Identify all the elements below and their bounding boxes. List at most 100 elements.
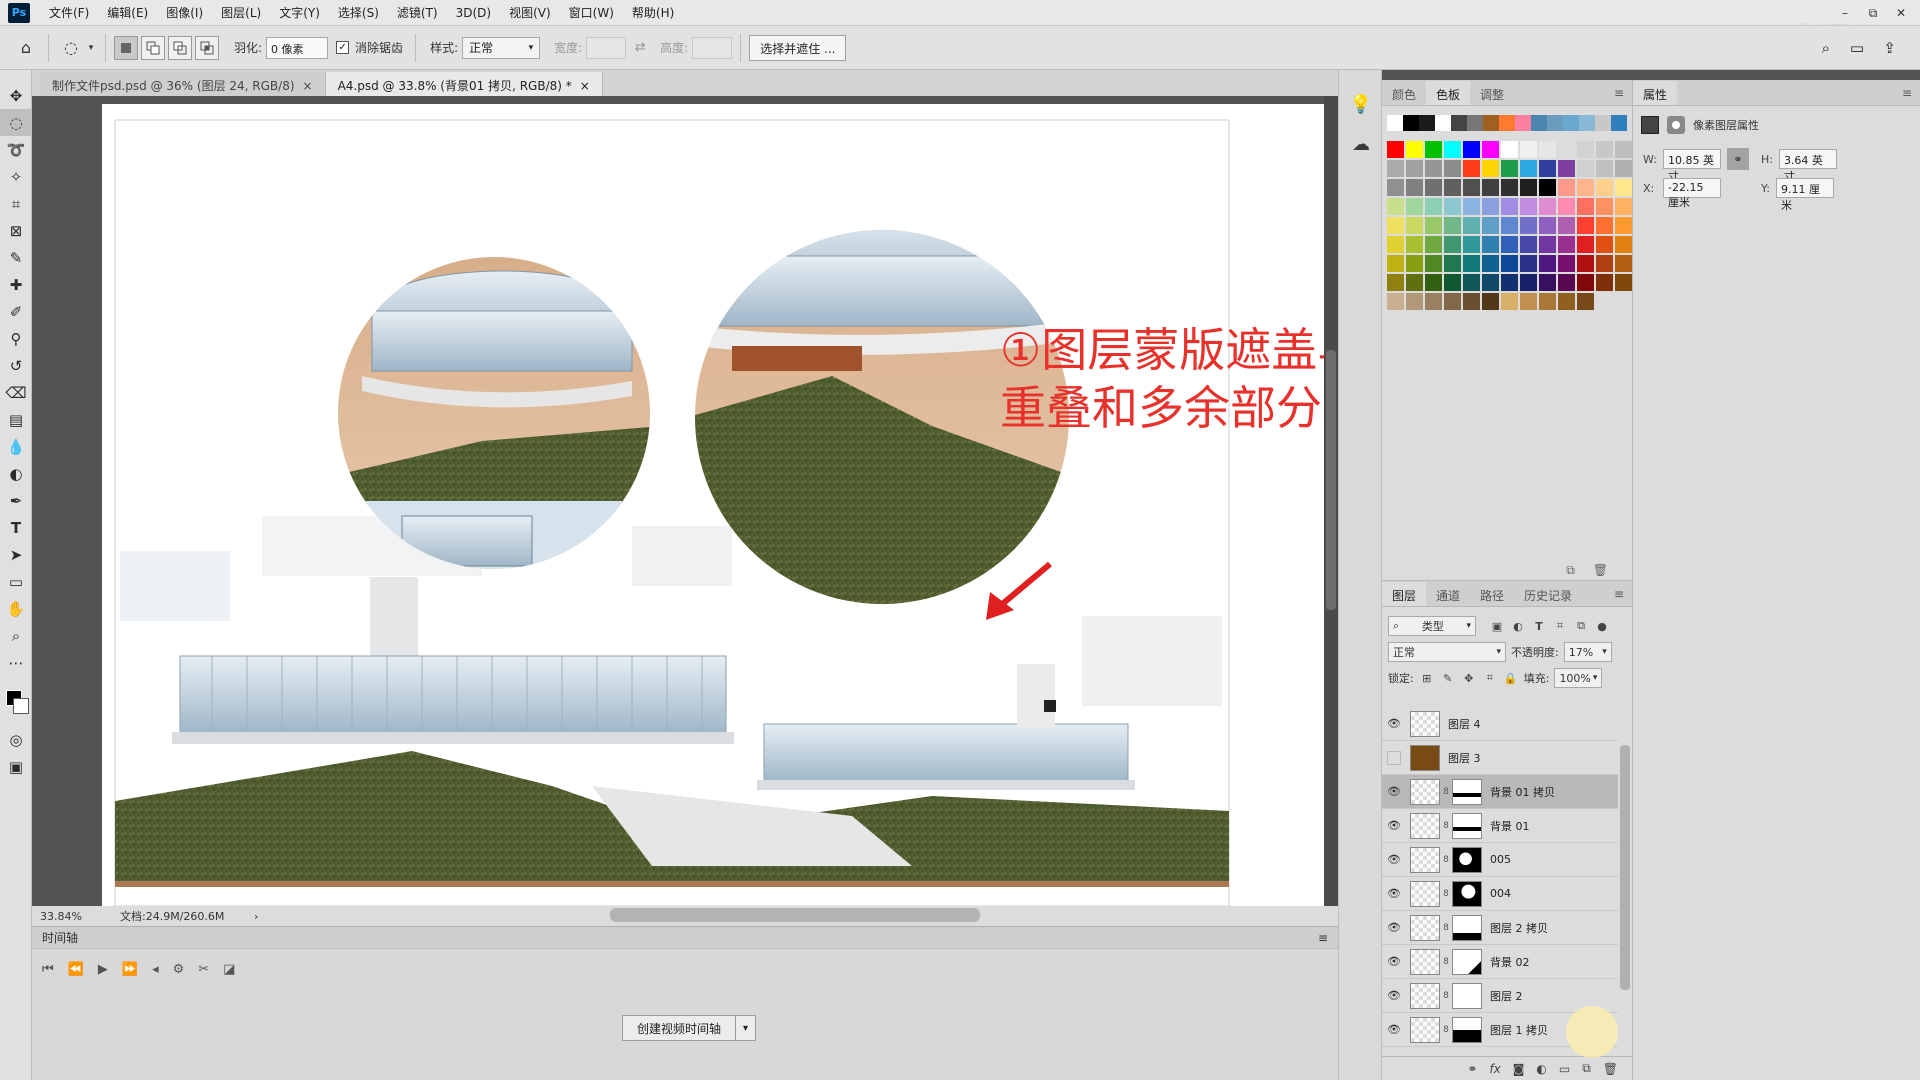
swatch[interactable] (1482, 255, 1499, 272)
swatch[interactable] (1615, 236, 1632, 253)
menu-filter[interactable]: 滤镜(T) (388, 4, 447, 21)
swatch[interactable] (1425, 293, 1442, 310)
select-and-mask-button[interactable]: 选择并遮住 ... (749, 34, 847, 61)
tab-color[interactable]: 颜色 (1382, 81, 1426, 105)
swatch[interactable] (1501, 160, 1518, 177)
layer-mask-thumbnail[interactable] (1452, 982, 1482, 1009)
horizontal-scrollbar-thumb[interactable] (610, 908, 980, 922)
play-icon[interactable]: ▶ (98, 962, 108, 977)
recent-swatch[interactable] (1419, 115, 1435, 131)
antialias-checkbox[interactable]: ✓ (336, 41, 350, 54)
layer-thumbnail[interactable] (1410, 812, 1440, 839)
swatch[interactable] (1520, 236, 1537, 253)
mask-link-icon[interactable]: 8 (1440, 923, 1452, 933)
tab-document-1[interactable]: 制作文件psd.psd @ 36% (图层 24, RGB/8) × (40, 72, 326, 96)
menu-window[interactable]: 窗口(W) (560, 4, 623, 21)
eraser-tool-icon[interactable]: ⌫ (0, 379, 32, 406)
swatch[interactable] (1520, 255, 1537, 272)
type-tool-icon[interactable]: T (0, 514, 32, 541)
swatch[interactable] (1406, 160, 1423, 177)
swatch[interactable] (1577, 255, 1594, 272)
layer-row[interactable]: 👁 8 图层 2 拷贝 (1382, 911, 1618, 945)
swatch[interactable] (1558, 255, 1575, 272)
new-selection-icon[interactable] (114, 35, 138, 60)
mask-link-icon[interactable]: 8 (1440, 855, 1452, 865)
filter-adjustment-icon[interactable]: ◐ (1510, 618, 1526, 634)
recent-swatch[interactable] (1387, 115, 1403, 131)
swatch[interactable] (1615, 198, 1632, 215)
swatch[interactable] (1501, 217, 1518, 234)
swatch[interactable] (1520, 179, 1537, 196)
filter-pixel-icon[interactable]: ▣ (1489, 618, 1505, 634)
screen-mode-icon[interactable]: ▣ (0, 753, 32, 780)
swatch[interactable] (1425, 179, 1442, 196)
menu-file[interactable]: 文件(F) (40, 4, 98, 21)
status-menu-arrow[interactable]: › (244, 910, 258, 923)
swatch[interactable] (1387, 141, 1404, 158)
layer-mask-thumbnail[interactable] (1452, 846, 1482, 873)
mask-link-icon[interactable]: 8 (1440, 991, 1452, 1001)
swatch[interactable] (1463, 274, 1480, 291)
lock-artboard-icon[interactable]: ⌗ (1482, 670, 1498, 686)
swatch[interactable] (1539, 217, 1556, 234)
swatch[interactable] (1482, 217, 1499, 234)
swatch[interactable] (1596, 274, 1613, 291)
delete-icon[interactable]: 🗑 (1593, 563, 1608, 577)
swatch[interactable] (1406, 274, 1423, 291)
filter-toggle-icon[interactable]: ● (1594, 618, 1610, 634)
link-layers-icon[interactable]: ⚭ (1467, 1062, 1477, 1076)
eye-icon[interactable]: 👁 (1382, 1023, 1406, 1036)
layer-row[interactable]: 👁 8 背景 01 (1382, 809, 1618, 843)
layer-row[interactable]: 👁 8 背景 01 拷贝 (1382, 775, 1618, 809)
canvas-area[interactable]: ①图层蒙版遮盖与模型 重叠和多余部分 (32, 96, 1338, 906)
quick-mask-icon[interactable]: ◎ (0, 726, 32, 753)
layer-thumbnail[interactable] (1410, 914, 1440, 941)
height-input[interactable] (692, 36, 733, 59)
blur-tool-icon[interactable]: 💧 (0, 433, 32, 460)
swatch[interactable] (1406, 293, 1423, 310)
layer-thumbnail[interactable] (1410, 948, 1440, 975)
tab-layers[interactable]: 图层 (1382, 582, 1427, 606)
swatch[interactable] (1520, 141, 1537, 158)
swatch[interactable] (1520, 274, 1537, 291)
swatch[interactable] (1615, 274, 1632, 291)
swatch[interactable] (1577, 160, 1594, 177)
lasso-tool-icon[interactable]: ➰ (0, 136, 32, 163)
swatch[interactable] (1387, 160, 1404, 177)
intersect-selection-icon[interactable] (195, 35, 219, 60)
recent-swatch[interactable] (1467, 115, 1483, 131)
layer-thumbnail[interactable] (1410, 1016, 1440, 1043)
swatch[interactable] (1539, 160, 1556, 177)
y-field[interactable]: 9.11 厘米 (1775, 178, 1834, 212)
recent-swatch[interactable] (1435, 115, 1451, 131)
swatch[interactable] (1444, 255, 1461, 272)
swatch[interactable] (1444, 274, 1461, 291)
eye-icon[interactable]: 👁 (1382, 955, 1406, 968)
lock-transparent-icon[interactable]: ⊞ (1419, 670, 1435, 686)
swatch[interactable] (1539, 255, 1556, 272)
swatch[interactable] (1520, 293, 1537, 310)
transition-icon[interactable]: ◪ (223, 962, 235, 977)
swatch[interactable] (1463, 179, 1480, 196)
filter-type-icon[interactable]: T (1531, 618, 1547, 634)
share-icon[interactable]: ⇪ (1883, 39, 1896, 57)
swatch[interactable] (1425, 255, 1442, 272)
filter-kind-select[interactable]: ⌕ 类型 ▾ (1388, 616, 1476, 636)
more-tools-icon[interactable]: ⋯ (0, 649, 32, 676)
layer-thumbnail[interactable] (1410, 982, 1440, 1009)
recent-swatch[interactable] (1531, 115, 1547, 131)
swatch[interactable] (1558, 179, 1575, 196)
swatch[interactable] (1406, 255, 1423, 272)
swatch[interactable] (1387, 179, 1404, 196)
swatch[interactable] (1596, 217, 1613, 234)
search-icon[interactable]: ⌕ (1822, 39, 1830, 57)
panel-menu-icon[interactable]: ≡ (1318, 931, 1338, 945)
layer-thumbnail[interactable] (1410, 846, 1440, 873)
recent-swatch[interactable] (1611, 115, 1627, 131)
previous-frame-icon[interactable]: ⏪ (68, 962, 84, 977)
gradient-tool-icon[interactable]: ▤ (0, 406, 32, 433)
eye-icon[interactable]: 👁 (1382, 819, 1406, 832)
adjustment-layer-icon[interactable]: ◐ (1536, 1062, 1546, 1076)
swatch[interactable] (1615, 179, 1632, 196)
mask-link-icon[interactable]: 8 (1440, 787, 1452, 797)
